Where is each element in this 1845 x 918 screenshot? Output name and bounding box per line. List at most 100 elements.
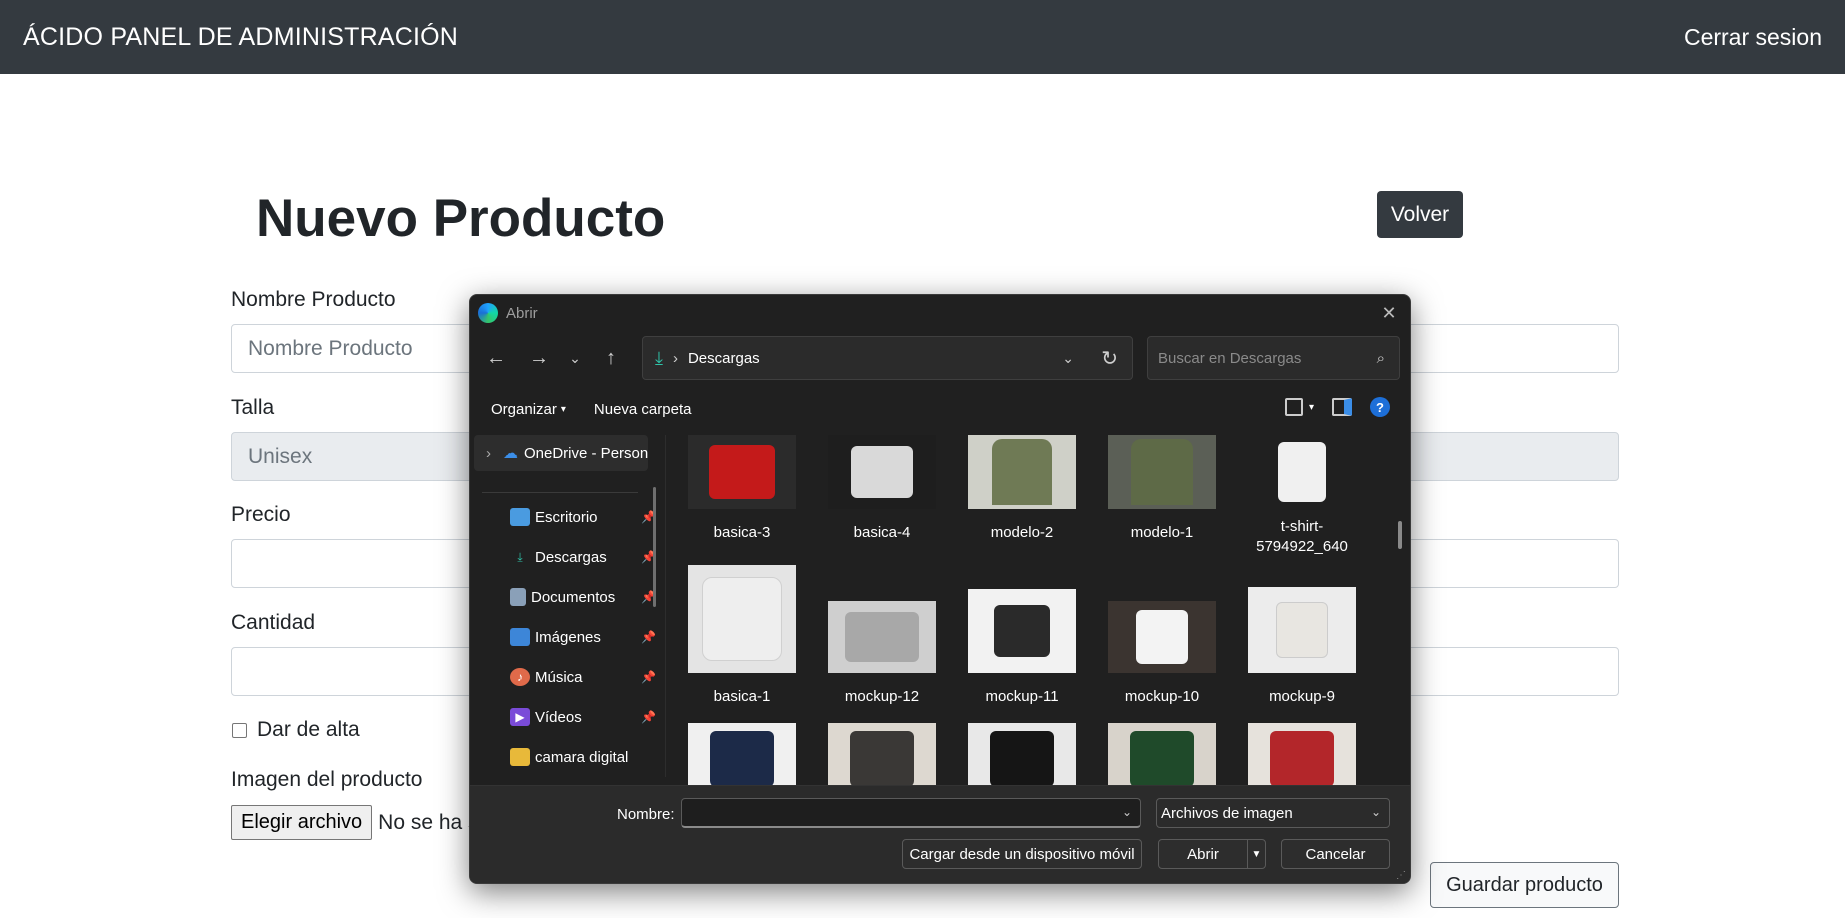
tshirt-shape xyxy=(709,445,775,499)
file-item[interactable]: mockup-9 xyxy=(1242,565,1362,707)
help-icon[interactable]: ? xyxy=(1370,397,1390,417)
folder-icon xyxy=(510,748,530,766)
view-mode-button[interactable]: ▾ xyxy=(1284,398,1314,416)
chevron-down-icon[interactable]: ⌄ xyxy=(1062,350,1074,367)
file-item[interactable]: t-shirt-5794922_640 xyxy=(1242,435,1362,557)
file-type-select[interactable]: Archivos de imagen ⌄ xyxy=(1156,798,1390,828)
back-button[interactable]: Volver xyxy=(1377,191,1463,238)
file-name-label: Nombre: xyxy=(617,806,675,823)
edge-logo-icon xyxy=(478,303,498,323)
tshirt-shape xyxy=(702,577,782,661)
file-item[interactable]: mockup-11 xyxy=(962,565,1082,707)
nav-item-imagenes[interactable]: Imágenes 📌 xyxy=(510,621,660,653)
download-icon: ⤓ xyxy=(655,347,663,368)
up-arrow-icon[interactable]: ↑ xyxy=(593,340,629,376)
file-name: t-shirt-5794922_640 xyxy=(1256,518,1348,555)
open-split-button[interactable]: Abrir ▼ xyxy=(1158,839,1266,869)
search-icon: ⌕ xyxy=(1376,349,1385,367)
video-icon: ▶ xyxy=(510,708,530,726)
choose-file-button[interactable]: Elegir archivo xyxy=(231,805,373,840)
breadcrumb-separator-icon: › xyxy=(672,349,678,367)
thumbnail xyxy=(968,723,1076,785)
active-checkbox[interactable] xyxy=(232,722,247,738)
dialog-footer: Nombre: ⌄ Archivos de imagen ⌄ Cargar de… xyxy=(470,785,1410,883)
tshirt-shape xyxy=(845,612,919,662)
cancel-button[interactable]: Cancelar xyxy=(1281,839,1390,869)
logout-link[interactable]: Cerrar sesion xyxy=(1684,24,1822,51)
file-item[interactable] xyxy=(682,723,802,785)
load-from-mobile-button[interactable]: Cargar desde un dispositivo móvil xyxy=(902,839,1142,869)
tshirt-shape xyxy=(992,439,1052,505)
pin-icon[interactable]: 📌 xyxy=(641,630,656,644)
file-item[interactable]: basica-4 xyxy=(822,435,942,543)
file-name: mockup-11 xyxy=(985,688,1059,705)
pin-icon[interactable]: 📌 xyxy=(641,670,656,684)
caret-down-icon[interactable]: ▼ xyxy=(1247,840,1265,868)
document-icon xyxy=(510,588,526,606)
top-navbar: ÁCIDO PANEL DE ADMINISTRACIÓN Cerrar ses… xyxy=(0,0,1845,74)
active-checkbox-row[interactable]: Dar de alta xyxy=(232,718,360,742)
file-item[interactable] xyxy=(1102,723,1222,785)
tshirt-shape xyxy=(1131,439,1193,505)
image-label: Imagen del producto xyxy=(231,768,423,791)
nav-item-escritorio[interactable]: Escritorio 📌 xyxy=(510,501,660,533)
file-item[interactable]: mockup-10 xyxy=(1102,565,1222,707)
file-item[interactable]: modelo-1 xyxy=(1102,435,1222,543)
organize-menu[interactable]: Organizar ▾ xyxy=(491,401,566,418)
file-item[interactable]: basica-3 xyxy=(682,435,802,543)
tshirt-shape xyxy=(851,446,913,498)
save-product-button[interactable]: Guardar producto xyxy=(1430,862,1619,908)
nav-item-camara-digital[interactable]: camara digital xyxy=(510,741,660,773)
organize-label: Organizar xyxy=(491,400,557,418)
thumbnail xyxy=(968,435,1076,509)
tshirt-shape xyxy=(1130,731,1194,785)
nav-item-descargas[interactable]: ⤓ Descargas 📌 xyxy=(510,541,660,573)
tshirt-shape xyxy=(1136,610,1188,664)
search-placeholder: Buscar en Descargas xyxy=(1158,349,1302,367)
file-item[interactable]: mockup-12 xyxy=(822,565,942,707)
search-input[interactable]: Buscar en Descargas ⌕ xyxy=(1147,336,1400,380)
nav-item-musica[interactable]: ♪ Música 📌 xyxy=(510,661,660,693)
dialog-title: Abrir xyxy=(506,304,538,322)
forward-arrow-icon[interactable]: → xyxy=(521,340,557,376)
address-location: Descargas xyxy=(687,349,760,367)
back-arrow-icon[interactable]: ← xyxy=(478,340,514,376)
file-grid-scrollbar[interactable] xyxy=(1398,521,1402,549)
tshirt-shape xyxy=(850,731,914,785)
download-icon: ⤓ xyxy=(517,549,523,564)
thumbnail xyxy=(828,601,936,673)
resize-grip-icon[interactable]: ⋰ xyxy=(1396,870,1406,881)
nav-scrollbar[interactable] xyxy=(653,487,656,607)
thumbnail xyxy=(688,565,796,673)
pin-icon[interactable]: 📌 xyxy=(641,710,656,724)
refresh-icon[interactable]: ↻ xyxy=(1101,346,1118,371)
preview-pane-icon[interactable] xyxy=(1332,398,1352,416)
nav-item-documentos[interactable]: Documentos 📌 xyxy=(510,581,660,613)
quantity-label: Cantidad xyxy=(231,611,316,634)
file-item[interactable]: basica-1 xyxy=(682,565,802,707)
expand-chevron-icon[interactable]: › xyxy=(486,445,491,462)
thumbnail xyxy=(1248,723,1356,785)
nav-item-onedrive[interactable]: › ☁ OneDrive - Personal xyxy=(474,435,648,471)
dialog-titlebar[interactable]: Abrir ✕ xyxy=(470,295,1410,331)
tshirt-shape xyxy=(994,605,1050,657)
file-item[interactable] xyxy=(822,723,942,785)
thumbnail xyxy=(828,723,936,785)
close-icon[interactable]: ✕ xyxy=(1376,300,1402,326)
nav-item-videos[interactable]: ▶ Vídeos 📌 xyxy=(510,701,660,733)
caret-down-icon: ▾ xyxy=(560,403,566,415)
open-button[interactable]: Abrir xyxy=(1187,846,1219,863)
recent-locations-chevron-icon[interactable]: ⌄ xyxy=(557,340,593,376)
thumbnail xyxy=(688,435,796,509)
tshirt-shape xyxy=(1270,731,1334,785)
file-item[interactable]: modelo-2 xyxy=(962,435,1082,543)
thumbnail xyxy=(1108,435,1216,509)
file-name: modelo-1 xyxy=(1130,524,1194,541)
new-folder-button[interactable]: Nueva carpeta xyxy=(594,401,692,418)
file-type-value: Archivos de imagen xyxy=(1161,804,1293,822)
file-item[interactable] xyxy=(1242,723,1362,785)
file-name-input[interactable]: ⌄ xyxy=(681,798,1141,828)
address-bar[interactable]: ⤓ › Descargas ⌄ ↻ xyxy=(642,336,1133,380)
file-item[interactable] xyxy=(962,723,1082,785)
chevron-down-icon[interactable]: ⌄ xyxy=(1122,805,1132,819)
